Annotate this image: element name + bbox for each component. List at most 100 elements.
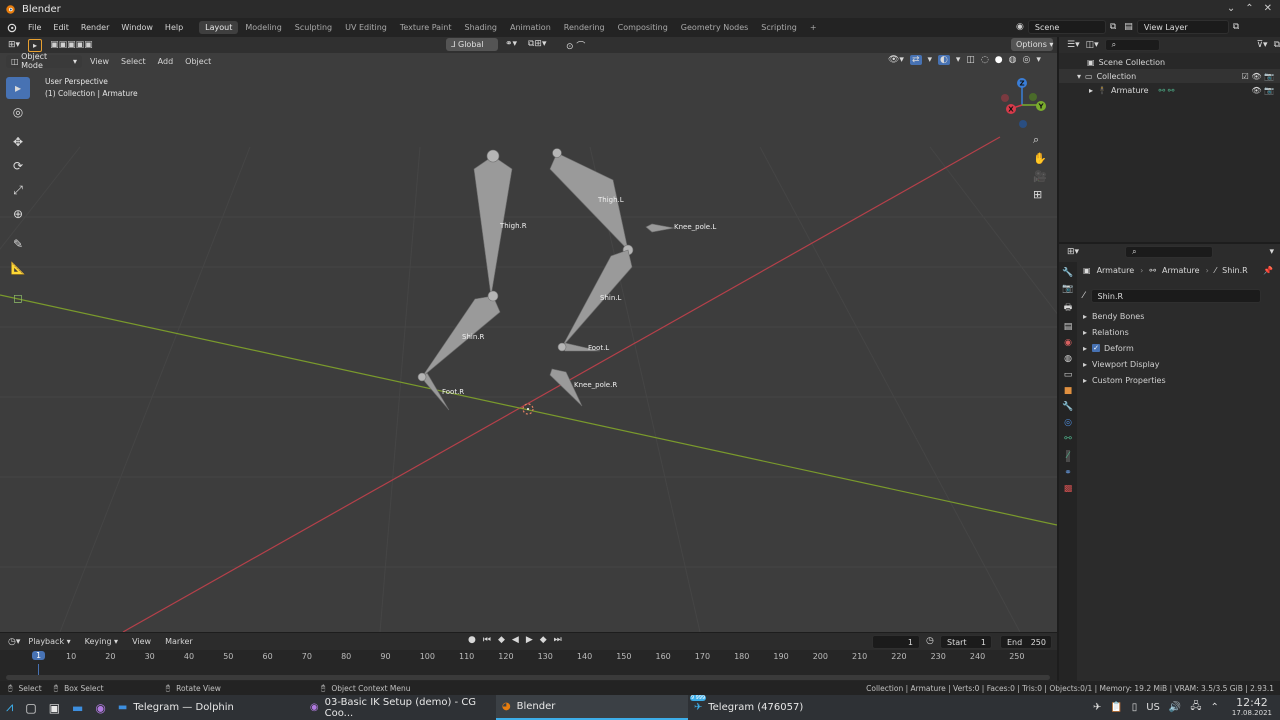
transform-tool-icon[interactable]: ⊕ <box>6 203 30 225</box>
select-box-tool-icon[interactable]: ▸ <box>28 38 43 52</box>
mode-dropdown[interactable]: ◫ Object Mode ▾ <box>6 52 82 70</box>
window-maximize-icon[interactable]: ⌃ <box>1245 3 1253 14</box>
tab-shading[interactable]: Shading <box>458 21 503 34</box>
preview-range-icon[interactable]: ◷ <box>926 636 934 646</box>
render-tab-icon[interactable]: 📷 <box>1062 284 1073 294</box>
new-collection-icon[interactable]: ⧉ <box>1274 40 1280 50</box>
task-browser[interactable]: ◉ 03-Basic IK Setup (demo) - CG Coo... <box>304 695 496 720</box>
snap-icon[interactable]: ⧉⊞▾ <box>528 39 547 49</box>
window-close-icon[interactable]: ✕ <box>1264 3 1272 14</box>
panel-relations[interactable]: ▸ Relations <box>1059 324 1280 340</box>
timeline-scrollbar[interactable] <box>6 675 1050 680</box>
next-keyframe-icon[interactable]: ◆ <box>540 635 547 645</box>
visibility-icon[interactable]: 👁▾ <box>888 55 904 65</box>
file-manager-icon[interactable]: ▬ <box>66 695 89 720</box>
overlay-toggle-icon[interactable]: ◐ <box>938 55 950 65</box>
panel-bendy-bones[interactable]: ▸ Bendy Bones <box>1059 308 1280 324</box>
display-mode-icon[interactable]: ◫▾ <box>1086 40 1099 50</box>
tab-scripting[interactable]: Scripting <box>755 21 803 34</box>
tab-rendering[interactable]: Rendering <box>558 21 611 34</box>
prev-keyframe-icon[interactable]: ◆ <box>498 635 505 645</box>
device-icon[interactable]: ▯ <box>1132 702 1138 713</box>
rotate-tool-icon[interactable]: ⟳ <box>6 155 30 177</box>
modifier-tab-icon[interactable]: 🔧 <box>1062 402 1073 412</box>
outliner-collection-row[interactable]: ▾ ▭ Collection ☑ 👁 📷 <box>1059 69 1280 83</box>
tab-geometry-nodes[interactable]: Geometry Nodes <box>675 21 754 34</box>
timeline-editor-icon[interactable]: ◷▾ <box>8 637 20 647</box>
pivot-point-icon[interactable]: ⚭▾ <box>505 39 517 49</box>
scene-icon[interactable]: ◉ <box>1016 22 1024 32</box>
timeline-menu-marker[interactable]: Marker <box>159 637 199 646</box>
pan-hand-icon[interactable]: ✋ <box>1033 152 1047 165</box>
scale-tool-icon[interactable]: ⤢ <box>6 179 30 201</box>
cursor-tool-icon[interactable]: ◎ <box>6 101 30 123</box>
shading-rendered-icon[interactable]: ◎ <box>1023 55 1031 65</box>
tab-sculpting[interactable]: Sculpting <box>289 21 338 34</box>
select-mode-icons[interactable]: ▣▣▣▣▣ <box>50 40 93 50</box>
current-frame-field[interactable]: 1 <box>872 635 920 649</box>
pin-icon[interactable]: 📌 <box>1263 266 1273 275</box>
show-desktop-icon[interactable]: ▢ <box>19 695 42 720</box>
bone-tab-icon[interactable]: ⁄ <box>1066 450 1070 462</box>
window-minimize-icon[interactable]: ⌄ <box>1227 3 1235 14</box>
play-icon[interactable]: ▶ <box>526 635 533 645</box>
select-tool-icon[interactable]: ▸ <box>6 77 30 99</box>
panel-deform[interactable]: ▸ ✓ Deform <box>1059 340 1280 356</box>
options-dropdown[interactable]: Options ▾ <box>1011 38 1053 51</box>
zoom-icon[interactable]: ⌕ <box>1033 133 1047 147</box>
tab-animation[interactable]: Animation <box>504 21 557 34</box>
3d-viewport[interactable]: Thigh.R Thigh.L Knee_pole.L Shin.L Shin.… <box>0 37 1057 632</box>
shading-options-icon[interactable]: ▾ <box>1036 55 1041 65</box>
task-telegram[interactable]: ✈ Telegram (476057) 9 999 <box>688 695 880 720</box>
outliner-scene-collection[interactable]: ▣ Scene Collection <box>1059 55 1280 69</box>
transform-orientation-dropdown[interactable]: ⅃ Global <box>446 38 498 51</box>
outliner-armature-row[interactable]: ▸ 🕴 Armature ⚯ ⚯ 👁 📷 <box>1059 83 1280 97</box>
app-launcher-icon[interactable]: ⩘ <box>0 695 19 720</box>
network-icon[interactable]: 🖧 <box>1190 699 1201 716</box>
add-workspace-icon[interactable]: + <box>804 21 823 34</box>
volume-icon[interactable]: 🔊 <box>1169 702 1181 713</box>
jump-start-icon[interactable]: ⏮ <box>483 635 491 645</box>
timeline-menu-playback[interactable]: Playback ▾ <box>22 637 76 646</box>
editor-type-icon[interactable]: ⊞▾ <box>8 40 20 50</box>
outliner-search-input[interactable]: ⌕ <box>1104 39 1161 51</box>
panel-custom-properties[interactable]: ▸ Custom Properties <box>1059 372 1280 388</box>
menu-render[interactable]: Render <box>75 23 115 32</box>
browser-icon[interactable]: ◉ <box>89 695 111 720</box>
tab-uv-editing[interactable]: UV Editing <box>339 21 393 34</box>
menu-edit[interactable]: Edit <box>47 23 75 32</box>
proportional-editing-icon[interactable]: ⊙ ⌒ <box>566 39 585 52</box>
new-view-layer-icon[interactable]: ⧉ <box>1233 22 1239 32</box>
armature-data-tab-icon[interactable]: ⚯ <box>1064 434 1072 444</box>
view-layer-selector[interactable]: View Layer <box>1136 20 1229 34</box>
properties-editor-icon[interactable]: ⊞▾ <box>1067 247 1079 257</box>
clipboard-icon[interactable]: 📋 <box>1110 702 1122 713</box>
measure-tool-icon[interactable]: 📐 <box>6 257 30 279</box>
collection-visibility-icons[interactable]: ☑ 👁 📷 <box>1242 72 1274 81</box>
tab-texture-paint[interactable]: Texture Paint <box>394 21 458 34</box>
tool-tab-icon[interactable]: 🔧 <box>1062 268 1073 278</box>
xray-toggle-icon[interactable]: ◫ <box>966 55 975 65</box>
bone-constraint-tab-icon[interactable]: ⚭ <box>1064 468 1072 478</box>
viewport-menu-select[interactable]: Select <box>115 57 152 66</box>
task-blender[interactable]: ◕ Blender <box>495 695 688 720</box>
shading-material-icon[interactable]: ◍ <box>1009 55 1017 65</box>
play-reverse-icon[interactable]: ◀ <box>512 635 519 645</box>
viewport-menu-object[interactable]: Object <box>179 57 217 66</box>
shading-solid-icon[interactable]: ● <box>995 55 1003 65</box>
shading-wireframe-icon[interactable]: ◌ <box>981 55 989 65</box>
armature-data-icons[interactable]: ⚯ ⚯ <box>1159 86 1175 95</box>
timeline-menu-keying[interactable]: Keying ▾ <box>79 637 124 646</box>
frame-ruler[interactable]: 1 10 20 30 40 50 60 70 80 90 100 110 120 130 140 150 16… <box>0 650 1057 664</box>
viewport-menu-add[interactable]: Add <box>152 57 180 66</box>
gizmo-toggle-icon[interactable]: ⇄ <box>909 55 922 65</box>
deform-checkbox[interactable]: ✓ <box>1092 344 1101 352</box>
bone-name-field[interactable]: Shin.R <box>1090 289 1261 303</box>
viewport-menu-view[interactable]: View <box>84 57 115 66</box>
expand-armature-icon[interactable]: ▸ <box>1089 86 1093 95</box>
blender-menu-icon[interactable] <box>0 22 22 33</box>
properties-search-input[interactable]: ⌕ <box>1125 246 1214 258</box>
menu-window[interactable]: Window <box>115 23 159 32</box>
task-dolphin[interactable]: ▬ Telegram — Dolphin <box>112 695 304 720</box>
camera-view-icon[interactable]: 🎥 <box>1033 170 1047 183</box>
